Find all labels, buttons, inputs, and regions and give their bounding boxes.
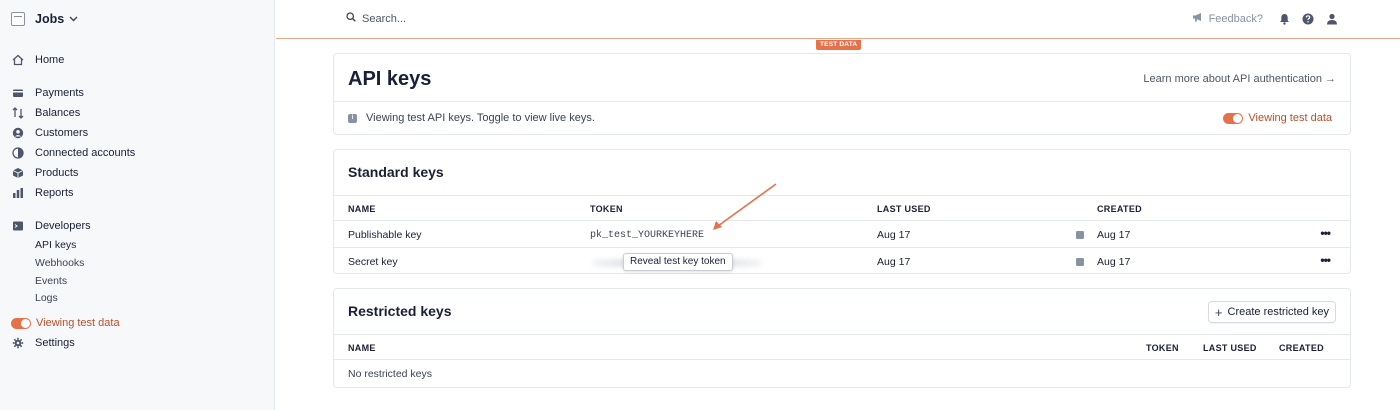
sidebar-item-payments[interactable]: Payments xyxy=(12,85,84,101)
gear-icon xyxy=(12,337,24,349)
help-icon[interactable] xyxy=(1302,13,1314,25)
search-placeholder: Search... xyxy=(362,12,407,25)
sidebar-item-home[interactable]: Home xyxy=(12,52,64,68)
key-name: Secret key xyxy=(348,256,398,268)
row-menu-button[interactable]: ••• xyxy=(1320,226,1331,240)
sidebar-item-label: Customers xyxy=(35,127,89,139)
reports-icon xyxy=(12,187,24,199)
feedback-label: Feedback? xyxy=(1208,12,1263,25)
customers-icon xyxy=(12,127,24,139)
section-title: Restricted keys xyxy=(348,303,452,319)
column-header-token: TOKEN xyxy=(1146,343,1179,353)
toggle-switch[interactable] xyxy=(1223,112,1244,124)
search-input[interactable]: Search... xyxy=(346,12,406,25)
info-icon[interactable] xyxy=(1076,258,1084,266)
sidebar-item-products[interactable]: Products xyxy=(12,165,78,181)
connected-accounts-icon xyxy=(12,147,24,159)
divider xyxy=(334,195,1350,196)
toggle-switch[interactable] xyxy=(11,317,31,329)
key-last-used: Aug 17 xyxy=(877,229,911,241)
column-header-last-used: LAST USED xyxy=(1203,343,1257,353)
button-label: Create restricted key xyxy=(1227,306,1329,318)
column-header-last-used: LAST USED xyxy=(877,204,931,214)
notice-text: Viewing test API keys. Toggle to view li… xyxy=(366,112,595,124)
sidebar-item-label: Balances xyxy=(35,107,81,119)
sidebar-item-label: Payments xyxy=(35,87,84,99)
create-restricted-key-button[interactable]: + Create restricted key xyxy=(1207,301,1336,323)
key-name: Publishable key xyxy=(348,229,422,241)
info-icon[interactable] xyxy=(1076,231,1084,239)
top-bar: Search... Feedback? xyxy=(276,0,1400,39)
account-name: Jobs xyxy=(35,12,65,26)
balances-icon xyxy=(12,107,24,119)
standard-keys-card: Standard keys NAME TOKEN LAST USED CREAT… xyxy=(333,149,1351,274)
key-last-used: Aug 17 xyxy=(877,256,911,268)
sidebar-item-connected-accounts[interactable]: Connected accounts xyxy=(12,145,135,161)
key-token[interactable]: pk_test_YOURKEYHERE xyxy=(590,230,704,241)
page-title: API keys xyxy=(348,68,432,90)
empty-state: No restricted keys xyxy=(348,368,433,380)
key-created: Aug 17 xyxy=(1097,256,1131,268)
chevron-down-icon xyxy=(69,14,78,24)
column-header-token: TOKEN xyxy=(590,204,623,214)
sidebar-item-settings[interactable]: Settings xyxy=(12,335,75,351)
test-data-badge: TEST DATA xyxy=(816,40,862,50)
learn-more-link[interactable]: Learn more about API authentication → xyxy=(1143,73,1336,85)
test-keys-notice: i Viewing test API keys. Toggle to view … xyxy=(348,112,595,124)
toggle-label: Viewing test data xyxy=(1248,112,1332,124)
sidebar-item-customers[interactable]: Customers xyxy=(12,125,88,141)
feedback-button[interactable]: Feedback? xyxy=(1192,12,1263,25)
user-icon[interactable] xyxy=(1326,13,1338,25)
divider xyxy=(334,247,1350,248)
developers-icon xyxy=(12,220,24,232)
info-icon: i xyxy=(348,113,357,123)
sidebar-subitem-api-keys[interactable]: API keys xyxy=(35,239,76,251)
sidebar-item-reports[interactable]: Reports xyxy=(12,185,74,201)
sidebar-item-developers[interactable]: Developers xyxy=(12,218,91,234)
search-icon xyxy=(346,12,356,25)
payments-icon xyxy=(12,87,24,99)
sidebar-subitem-webhooks[interactable]: Webhooks xyxy=(35,257,84,269)
account-switcher[interactable]: Jobs xyxy=(11,10,78,28)
home-icon xyxy=(12,54,24,66)
divider xyxy=(334,334,1350,335)
view-test-data-toggle[interactable]: Viewing test data xyxy=(1223,112,1332,124)
products-icon xyxy=(12,167,24,179)
plus-icon: + xyxy=(1214,304,1223,320)
column-header-created: CREATED xyxy=(1097,204,1142,214)
restricted-keys-card: Restricted keys + Create restricted key … xyxy=(333,288,1351,388)
column-header-created: CREATED xyxy=(1279,343,1324,353)
sidebar-subitem-events[interactable]: Events xyxy=(35,275,67,287)
test-data-toggle[interactable]: Viewing test data xyxy=(11,317,120,329)
divider xyxy=(334,220,1350,221)
column-header-name: NAME xyxy=(348,204,376,214)
sidebar-item-label: Connected accounts xyxy=(35,147,136,159)
sidebar-item-balances[interactable]: Balances xyxy=(12,105,80,121)
column-header-name: NAME xyxy=(348,343,376,353)
sidebar-item-label: Reports xyxy=(35,187,74,199)
megaphone-icon xyxy=(1192,12,1204,25)
bell-icon[interactable] xyxy=(1279,13,1290,25)
row-menu-button[interactable]: ••• xyxy=(1320,253,1331,267)
test-data-toggle-label: Viewing test data xyxy=(36,317,120,329)
sidebar-item-label: Home xyxy=(35,54,65,66)
sidebar-subitem-logs[interactable]: Logs xyxy=(35,292,58,304)
key-created: Aug 17 xyxy=(1097,229,1131,241)
divider xyxy=(334,101,1350,102)
api-keys-card: API keys Learn more about API authentica… xyxy=(333,53,1351,135)
account-logo-icon xyxy=(11,12,25,26)
section-title: Standard keys xyxy=(348,164,444,180)
sidebar-item-label: Settings xyxy=(35,337,75,349)
reveal-token-tooltip[interactable]: Reveal test key token xyxy=(623,253,733,271)
sidebar: Jobs Home Payments Balances Customers Co… xyxy=(0,0,275,410)
sidebar-item-label: Developers xyxy=(35,220,91,232)
divider xyxy=(334,359,1350,360)
sidebar-item-label: Products xyxy=(35,167,79,179)
top-actions: Feedback? xyxy=(1192,12,1338,25)
